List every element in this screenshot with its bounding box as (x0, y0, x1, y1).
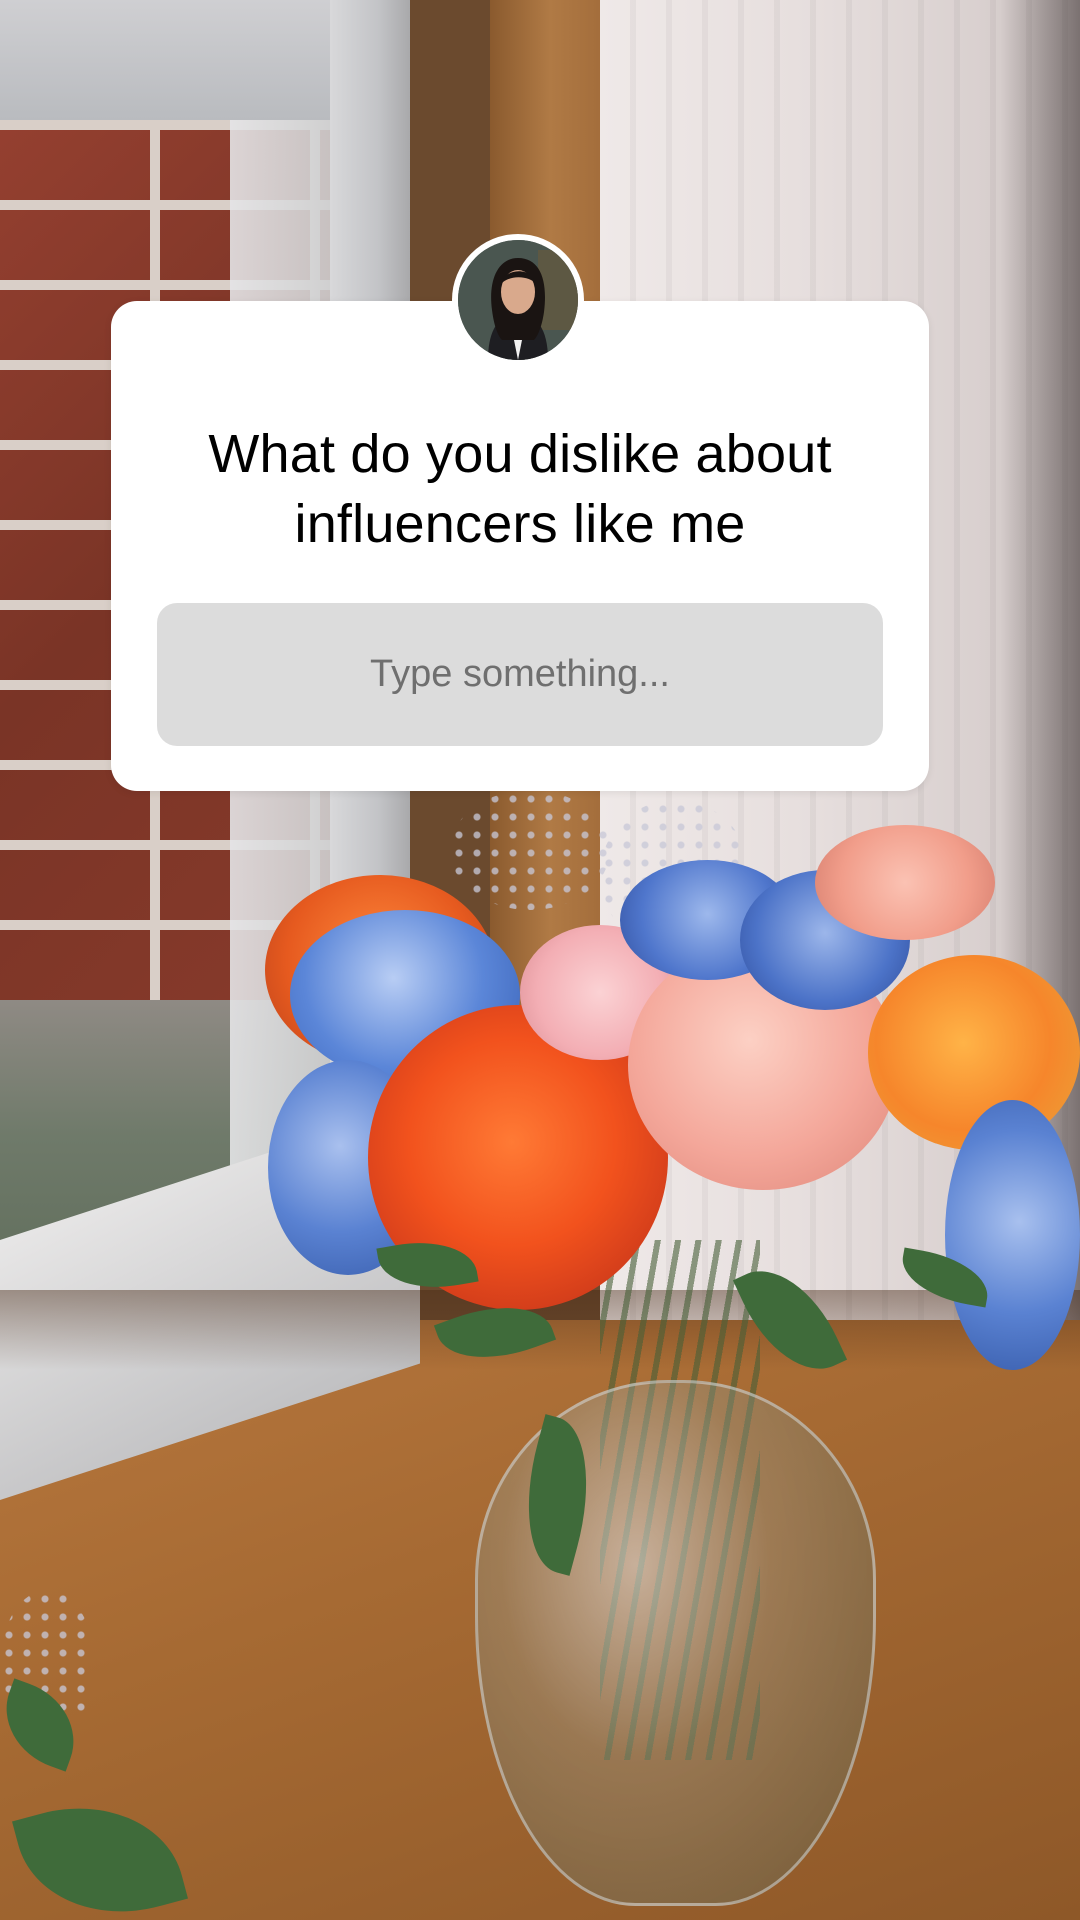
story-viewer: What do you dislike about influencers li… (0, 0, 1080, 1920)
profile-avatar (452, 234, 584, 366)
profile-avatar-icon (458, 240, 578, 360)
babys-breath-sprig (450, 790, 610, 910)
person-avatar-icon (458, 240, 578, 360)
answer-input[interactable]: Type something... (157, 603, 883, 746)
blue-carnation (945, 1100, 1080, 1370)
question-sticker[interactable]: What do you dislike about influencers li… (111, 301, 929, 791)
question-text: What do you dislike about influencers li… (111, 419, 929, 559)
answer-placeholder: Type something... (370, 653, 670, 695)
peach-rose (815, 825, 995, 940)
question-line-1: What do you dislike about (208, 424, 832, 484)
question-line-2: influencers like me (294, 494, 746, 554)
